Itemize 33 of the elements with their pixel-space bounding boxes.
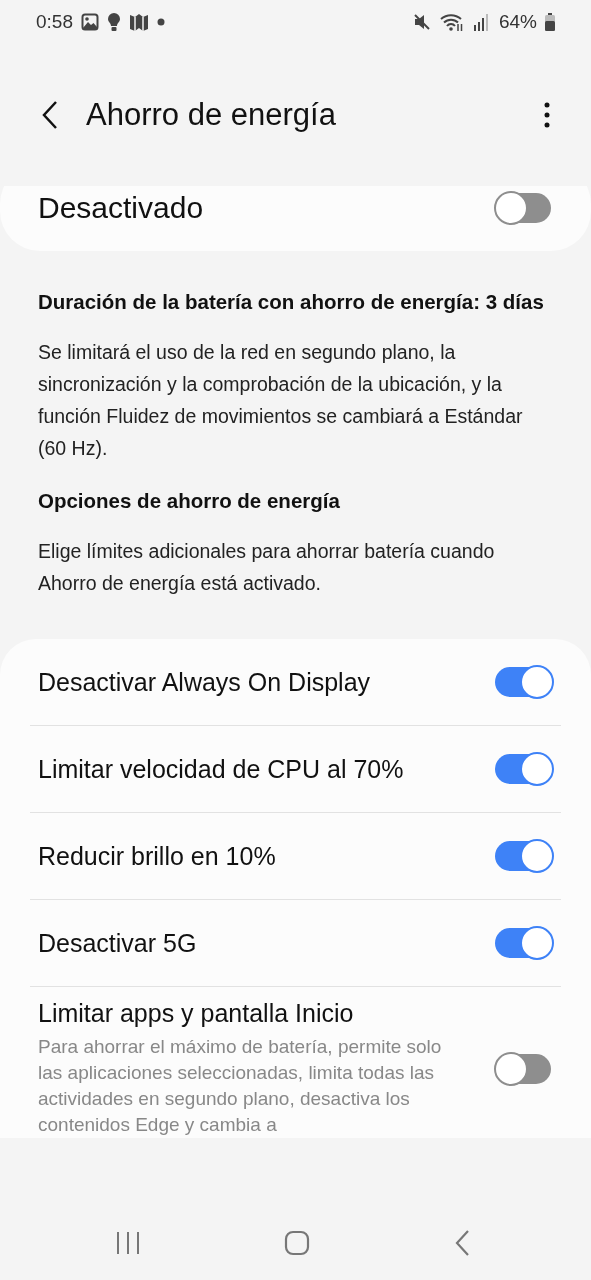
toggle-switch[interactable]: [495, 192, 551, 223]
options-heading: Opciones de ahorro de energía: [38, 488, 341, 514]
more-options-icon[interactable]: [543, 102, 551, 128]
option-description: Para ahorrar el máximo de batería, permite solo las aplicaciones seleccionadas, limita todas las actividades en segundo plano, desactiva los contenidos Edge y cambia a: [38, 1035, 443, 1137]
status-time: 0:58: [36, 11, 73, 33]
toggle-switch[interactable]: [495, 667, 551, 697]
toggle-switch[interactable]: [495, 754, 551, 784]
option-label[interactable]: Limitar apps y pantalla Inicio: [38, 999, 443, 1028]
signal-icon: [472, 13, 489, 31]
option-label[interactable]: Limitar velocidad de CPU al 70%: [38, 754, 404, 784]
master-toggle-label: Desactivado: [38, 190, 204, 225]
master-toggle-card[interactable]: Desactivado: [0, 186, 591, 251]
battery-percentage: 64%: [498, 11, 537, 33]
dot-icon: [157, 18, 165, 26]
page-title: Ahorro de energía: [86, 97, 337, 133]
back-icon[interactable]: [453, 1228, 471, 1257]
option-label[interactable]: Reducir brillo en 10%: [38, 841, 276, 871]
option-label[interactable]: Desactivar 5G: [38, 928, 197, 958]
toggle-switch[interactable]: [495, 841, 551, 871]
lightbulb-icon: [107, 12, 121, 32]
wifi-icon: [438, 12, 465, 32]
option-label[interactable]: Desactivar Always On Display: [38, 667, 371, 697]
battery-duration-heading: Duración de la batería con ahorro de energía: 3 días: [38, 289, 545, 315]
info-text: Se limitará el uso de la red en segundo plano, la sincronización y la comprobación de la ubicación, y la función Fluidez de movimientos se cambiará a Estándar (60 Hz).: [38, 340, 524, 461]
recent-apps-icon[interactable]: [115, 1230, 141, 1255]
image-icon: [81, 13, 99, 31]
mute-icon: [412, 13, 431, 31]
battery-icon: [545, 13, 555, 31]
toggle-switch[interactable]: [495, 928, 551, 958]
toggle-switch[interactable]: [495, 1053, 551, 1084]
options-text: Elige límites adicionales para ahorrar batería cuando Ahorro de energía está activado.: [38, 539, 496, 596]
map-icon: [129, 13, 149, 31]
home-icon[interactable]: [284, 1229, 310, 1256]
